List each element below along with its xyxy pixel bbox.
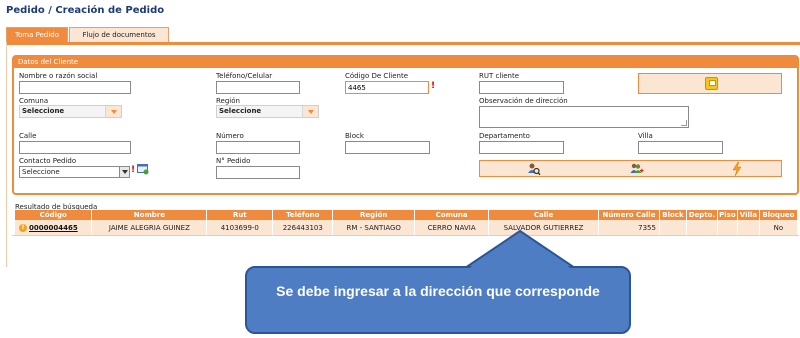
bloqueo-cell: No [759, 220, 799, 236]
comuna-cell: CERRO NAVIA [414, 220, 490, 236]
column-header[interactable]: Block [659, 210, 687, 220]
column-header[interactable]: Villa [737, 210, 760, 220]
column-header[interactable]: Bloqueo [759, 210, 799, 220]
codigo-cliente-input[interactable] [345, 81, 429, 94]
results-bottom-rule [12, 235, 799, 236]
rut-cell: 4103699-0 [206, 220, 274, 236]
numero-input[interactable] [216, 141, 300, 154]
comuna-selected-value: Seleccione [22, 107, 65, 115]
region-cell: RM - SANTIAGO [332, 220, 416, 236]
villa-label: Villa [638, 132, 653, 140]
client-section-title: Datos del Cliente [14, 57, 797, 68]
column-header[interactable]: Calle [488, 210, 599, 220]
villa-cell [737, 220, 760, 236]
nombre-input[interactable] [19, 81, 131, 94]
piso-cell [717, 220, 738, 236]
info-icon[interactable]: ! [19, 224, 27, 232]
callout-note: Se debe ingresar a la dirección que corr… [245, 266, 631, 334]
nombre-cell: JAIME ALEGRIA GUINEZ [91, 220, 208, 236]
numero-label: Número [216, 132, 244, 140]
panel-left-border [6, 42, 7, 267]
npedido-label: N° Pedido [216, 157, 251, 165]
rut-cliente-input[interactable] [479, 81, 564, 94]
contacto-pedido-label: Contacto Pedido [19, 157, 77, 165]
contacto-pedido-select[interactable]: Seleccione [19, 166, 130, 178]
results-header-row: Código Nombre Rut Teléfono Región Comuna… [15, 210, 799, 220]
column-header[interactable]: Piso [717, 210, 738, 220]
lightning-icon[interactable] [730, 162, 744, 176]
tab-underline [6, 42, 800, 45]
depto-cell [686, 220, 718, 236]
column-header[interactable]: Región [332, 210, 416, 220]
departamento-label: Departamento [479, 132, 530, 140]
comuna-select[interactable]: Seleccione [19, 105, 122, 118]
calle-label: Calle [19, 132, 37, 140]
add-users-icon[interactable] [630, 162, 644, 176]
region-selected-value: Seleccione [219, 107, 262, 115]
chevron-down-icon [119, 167, 129, 177]
chevron-down-icon [105, 106, 121, 117]
nombre-label: Nombre o razón social [19, 72, 98, 80]
page-title: Pedido / Creación de Pedido [6, 5, 165, 16]
contact-add-icon[interactable] [137, 164, 149, 175]
column-header[interactable]: Comuna [414, 210, 490, 220]
block-label: Block [345, 132, 364, 140]
required-marker: ! [131, 165, 136, 175]
column-header[interactable]: Teléfono [272, 210, 334, 220]
column-header[interactable]: Número Calle [598, 210, 660, 220]
telefono-cell: 226443103 [272, 220, 334, 236]
column-header[interactable]: Rut [206, 210, 274, 220]
required-marker: ! [431, 81, 436, 91]
npedido-input[interactable] [216, 166, 300, 179]
search-user-icon[interactable] [527, 162, 541, 176]
codigo-cell: ! 0000004465 [15, 220, 93, 236]
telefono-input[interactable] [216, 81, 300, 94]
region-select[interactable]: Seleccione [216, 105, 319, 118]
observacion-textarea[interactable] [479, 106, 689, 128]
column-header[interactable]: Código [15, 210, 93, 220]
chevron-down-icon [302, 106, 318, 117]
rut-cliente-label: RUT cliente [479, 72, 520, 80]
table-row[interactable]: ! 0000004465 JAIME ALEGRIA GUINEZ 4103699… [15, 220, 799, 236]
region-label: Región [216, 97, 240, 105]
tab-flujo-documentos[interactable]: Flujo de documentos [69, 27, 169, 42]
departamento-input[interactable] [479, 141, 564, 154]
results-table: Código Nombre Rut Teléfono Región Comuna… [15, 210, 799, 236]
calle-cell: SALVADOR GUTIERREZ [488, 220, 599, 236]
numero-calle-cell: 7355 [598, 220, 660, 236]
column-header[interactable]: Nombre [91, 210, 208, 220]
callout-text: Se debe ingresar a la dirección que corr… [276, 283, 600, 299]
tab-toma-pedido[interactable]: Toma Pedido [6, 27, 68, 42]
save-icon [705, 77, 718, 90]
codigo-cliente-label: Código De Cliente [345, 72, 409, 80]
observacion-label: Observación de dirección [479, 97, 568, 105]
block-input[interactable] [345, 141, 430, 154]
client-code-link[interactable]: 0000004465 [29, 224, 78, 232]
client-action-bar [479, 160, 782, 177]
calle-input[interactable] [19, 141, 131, 154]
block-cell [659, 220, 687, 236]
comuna-label: Comuna [19, 97, 49, 105]
contacto-selected-value: Seleccione [22, 168, 60, 176]
save-button[interactable] [638, 73, 782, 94]
column-header[interactable]: Depto. [686, 210, 718, 220]
telefono-label: Teléfono/Celular [216, 72, 273, 80]
villa-input[interactable] [638, 141, 723, 154]
